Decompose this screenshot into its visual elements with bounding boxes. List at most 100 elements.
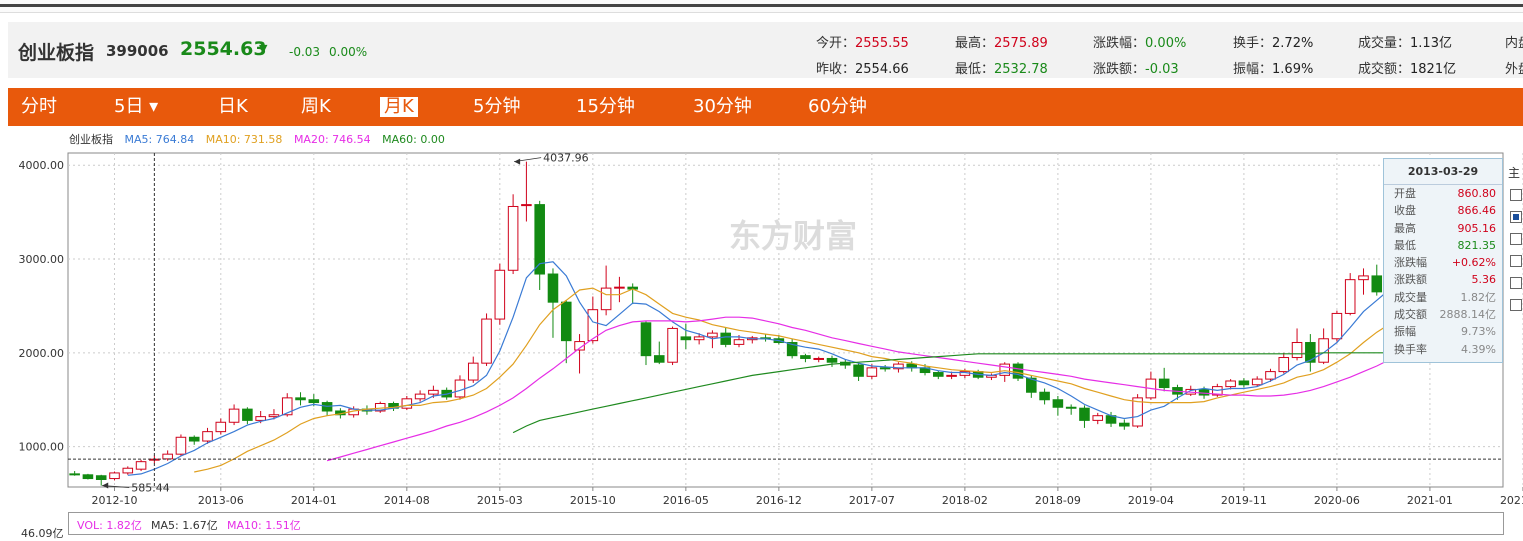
stat-value: 1.69% (1272, 62, 1314, 77)
candle-body (1039, 391, 1050, 401)
indicator-checkbox[interactable] (1510, 233, 1522, 245)
info-row: 开盘 860.80 (1384, 185, 1502, 202)
stat-value: 0.00% (1145, 36, 1187, 51)
tab-2[interactable]: 日K (218, 94, 248, 120)
indicator-checkbox[interactable] (1510, 189, 1522, 201)
candle-body (1238, 380, 1250, 386)
candle-body (481, 318, 492, 364)
x-tick-label: 2019-04 (1128, 494, 1174, 507)
browser-top-strip (0, 0, 1523, 13)
stat-item: 内盘 (1505, 32, 1523, 51)
x-tick-label: 2014-01 (291, 494, 337, 507)
ma-legend: 创业板指 MA5: 764.84 MA10: 731.58 MA20: 746.… (69, 131, 453, 147)
stat-item: 成交量：1.13亿 (1358, 32, 1452, 51)
candle-body (82, 474, 94, 480)
stat-item: 最高：2575.89 (955, 32, 1048, 51)
candle-body (800, 355, 811, 359)
info-value: 905.16 (1457, 221, 1497, 235)
quote-header: 创业板指 399006 2554.63 ▼ -0.03 0.00% 今开：255… (8, 22, 1523, 78)
annotation-label: 4037.96 (543, 152, 589, 165)
stat-value: 2.72% (1272, 36, 1314, 51)
stat-item: 外盘 (1505, 58, 1523, 77)
stat-label: 振幅： (1233, 62, 1273, 77)
legend-ma5: MA5: 764.84 (124, 133, 195, 146)
info-row: 换手率 4.39% (1384, 341, 1502, 358)
candle-body (547, 273, 559, 303)
index-change: -0.03 (289, 45, 321, 59)
tab-6[interactable]: 15分钟 (576, 94, 635, 120)
candle-body (454, 379, 466, 398)
watermark: 东方财富 (729, 217, 857, 255)
info-key: 收盘 (1394, 204, 1416, 218)
tab-5[interactable]: 5分钟 (473, 94, 520, 120)
candle-body (95, 475, 107, 480)
candle-body (946, 374, 957, 377)
candle-body (933, 372, 944, 377)
info-value: 9.73% (1461, 325, 1496, 339)
stat-label: 成交额： (1358, 62, 1411, 77)
candle-body (1358, 275, 1369, 281)
candle-body (1331, 312, 1343, 340)
candle-body (853, 364, 864, 377)
candle-body (1305, 342, 1316, 363)
info-row: 振幅 9.73% (1384, 323, 1502, 340)
candle-body (122, 467, 134, 474)
indicator-checkbox[interactable] (1510, 299, 1522, 311)
candle-body (188, 436, 200, 442)
top-divider (0, 4, 1523, 7)
stat-label: 最高： (955, 36, 995, 51)
x-tick-label: 2013-06 (198, 494, 244, 507)
candle-body (1079, 407, 1090, 421)
candle-body (281, 397, 293, 416)
tab-0[interactable]: 分时 (21, 94, 57, 120)
tab-8[interactable]: 60分钟 (808, 94, 867, 120)
x-tick-label: 2015-10 (570, 494, 616, 507)
stat-item: 成交额：1821亿 (1358, 58, 1456, 77)
y-tick-label: 4000.00 (19, 159, 65, 172)
tab-3[interactable]: 周K (301, 94, 331, 120)
stat-item: 昨收：2554.66 (816, 58, 909, 77)
candle-body (707, 332, 718, 338)
period-tabs: 分时 5日 ▾ 日K 周K 月K 5分钟 15分钟 30分钟 60分钟 (8, 88, 1523, 126)
stat-value: 2555.55 (855, 36, 909, 51)
candle-body (1251, 378, 1263, 386)
candle-body (1092, 415, 1104, 421)
candle-body (401, 398, 413, 409)
candle-body (521, 204, 532, 207)
tab-1[interactable]: 5日 ▾ (114, 94, 158, 120)
y-tick-label: 2000.00 (19, 347, 65, 360)
info-value: 5.36 (1471, 273, 1497, 287)
candle-body (560, 301, 572, 342)
kline-chart[interactable]: 1000.00 2000.00 3000.00 4000.00 2012-10 2013-… (0, 150, 1523, 512)
tab-4[interactable]: 月K (380, 97, 418, 117)
candle-body (215, 421, 227, 433)
stat-item: 今开：2555.55 (816, 32, 909, 51)
info-date: 2013-03-29 (1384, 159, 1502, 185)
index-name: 创业板指 (18, 42, 95, 64)
info-key: 最高 (1394, 221, 1416, 235)
index-change-pct: 0.00% (329, 45, 368, 59)
candle-body (135, 461, 147, 470)
info-row: 最高 905.16 (1384, 220, 1502, 237)
candle-body (255, 416, 266, 421)
tab-7[interactable]: 30分钟 (693, 94, 752, 120)
x-tick-label: 2017-07 (849, 494, 895, 507)
candle-body (1119, 422, 1130, 427)
stat-value: -0.03 (1145, 62, 1179, 77)
info-row: 收盘 866.46 (1384, 202, 1502, 219)
indicator-checkbox[interactable] (1510, 277, 1522, 289)
candle-body (1052, 399, 1064, 408)
candle-info-box: 2013-03-29 开盘 860.80 收盘 866.46 最高 905.16 最低 821… (1383, 158, 1503, 363)
indicator-checkbox[interactable] (1510, 211, 1522, 223)
info-key: 涨跌额 (1394, 273, 1427, 287)
candle-body (813, 357, 825, 360)
indicator-checkbox[interactable] (1510, 255, 1522, 267)
stat-item: 振幅：1.69% (1233, 58, 1313, 77)
stat-item: 涨跌幅：0.00% (1093, 32, 1186, 51)
stat-label: 昨收： (816, 62, 856, 77)
candle-body (667, 327, 678, 363)
stat-item: 换手：2.72% (1233, 32, 1313, 51)
index-code: 399006 (106, 42, 169, 60)
info-value: 860.80 (1457, 187, 1497, 200)
candle-body (175, 436, 187, 455)
